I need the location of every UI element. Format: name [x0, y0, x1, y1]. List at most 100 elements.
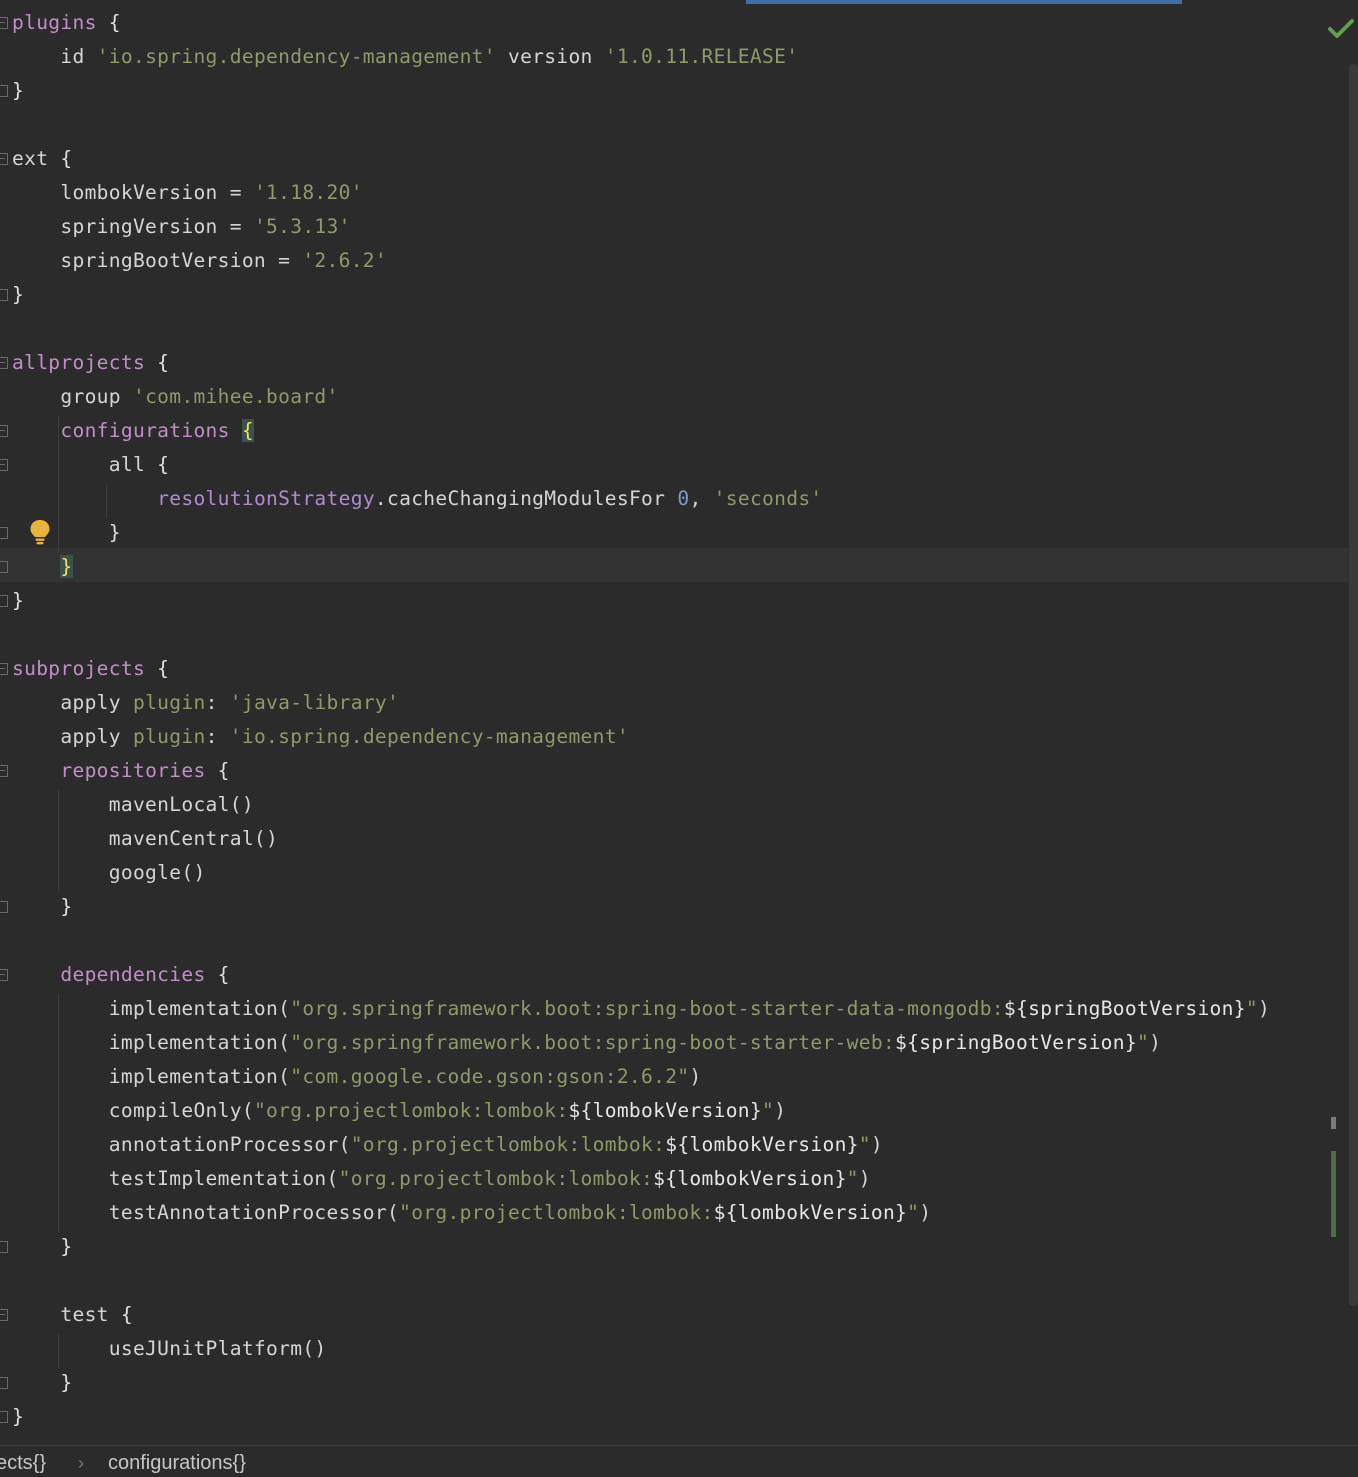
code-line[interactable]: compileOnly("org.projectlombok:lombok:${… — [12, 1094, 786, 1128]
code-token: { — [217, 759, 230, 782]
fold-marker[interactable] — [0, 17, 8, 29]
code-line[interactable]: } — [12, 74, 24, 108]
fold-marker[interactable] — [0, 561, 8, 573]
code-line[interactable]: configurations { — [12, 414, 254, 448]
code-token: '2.6.2' — [302, 249, 388, 272]
code-token: 0 — [677, 487, 690, 510]
code-token: 'java-library' — [229, 691, 400, 714]
code-line[interactable]: } — [12, 890, 73, 924]
code-line[interactable]: springVersion = '5.3.13' — [12, 210, 351, 244]
code-token: group — [12, 385, 133, 408]
code-token: } — [60, 1371, 73, 1394]
code-line[interactable]: testAnnotationProcessor("org.projectlomb… — [12, 1196, 931, 1230]
scrollbar-change-marker[interactable] — [1331, 1117, 1336, 1129]
code-line[interactable]: springBootVersion = '2.6.2' — [12, 244, 387, 278]
fold-marker[interactable] — [0, 1309, 8, 1321]
fold-marker[interactable] — [0, 1241, 8, 1253]
code-line[interactable]: repositories { — [12, 754, 230, 788]
code-line[interactable]: } — [12, 1230, 73, 1264]
code-line[interactable]: } — [12, 1400, 24, 1434]
code-token: dependencies — [60, 963, 206, 986]
code-line[interactable]: group 'com.mihee.board' — [12, 380, 339, 414]
fold-marker[interactable] — [0, 289, 8, 301]
fold-marker[interactable] — [0, 1377, 8, 1389]
code-token: apply — [12, 691, 133, 714]
code-line[interactable]: subprojects { — [12, 652, 169, 686]
code-line[interactable]: mavenCentral() — [12, 822, 278, 856]
fold-marker[interactable] — [0, 901, 8, 913]
code-line[interactable]: test { — [12, 1298, 133, 1332]
checkmark-icon[interactable] — [1326, 16, 1356, 42]
code-token: } — [60, 555, 73, 578]
code-token: '1.18.20' — [253, 181, 363, 204]
code-token: { — [120, 1303, 133, 1326]
code-line[interactable]: } — [12, 1366, 73, 1400]
code-token: } — [108, 521, 121, 544]
code-line[interactable]: } — [12, 550, 73, 584]
breadcrumb-item[interactable]: ects{} — [0, 1448, 46, 1477]
code-token: annotationProcessor( — [12, 1133, 351, 1156]
code-line[interactable]: testImplementation("org.projectlombok:lo… — [12, 1162, 871, 1196]
fold-marker[interactable] — [0, 153, 8, 165]
code-token: " — [846, 1167, 859, 1190]
fold-marker[interactable] — [0, 357, 8, 369]
code-token: implementation( — [12, 997, 291, 1020]
fold-marker[interactable] — [0, 1411, 8, 1423]
code-line[interactable]: dependencies { — [12, 958, 230, 992]
fold-marker[interactable] — [0, 595, 8, 607]
code-token: mavenCentral() — [12, 827, 279, 850]
code-line[interactable]: useJUnitPlatform() — [12, 1332, 327, 1366]
code-line[interactable]: allprojects { — [12, 346, 169, 380]
code-token: { — [217, 963, 230, 986]
code-line[interactable]: mavenLocal() — [12, 788, 254, 822]
code-token: } — [12, 79, 25, 102]
breadcrumb-item[interactable]: configurations{} — [108, 1448, 246, 1477]
code-line[interactable]: } — [12, 584, 24, 618]
code-token: useJUnitPlatform() — [12, 1337, 327, 1360]
code-token: springVersion = — [12, 215, 254, 238]
fold-marker[interactable] — [0, 969, 8, 981]
code-line[interactable]: implementation("org.springframework.boot… — [12, 1026, 1161, 1060]
code-line[interactable]: id 'io.spring.dependency-management' ver… — [12, 40, 798, 74]
breadcrumb-separator: › — [78, 1453, 84, 1473]
code-line[interactable]: annotationProcessor("org.projectlombok:l… — [12, 1128, 883, 1162]
code-line[interactable]: apply plugin: 'java-library' — [12, 686, 399, 720]
code-line[interactable]: apply plugin: 'io.spring.dependency-mana… — [12, 720, 629, 754]
code-token: repositories — [60, 759, 206, 782]
code-line[interactable]: google() — [12, 856, 206, 890]
code-line[interactable]: } — [12, 516, 121, 550]
code-line[interactable]: implementation("com.google.code.gson:gso… — [12, 1060, 702, 1094]
code-line[interactable]: } — [12, 278, 24, 312]
fold-marker[interactable] — [0, 425, 8, 437]
fold-marker[interactable] — [0, 527, 8, 539]
code-token: ) — [1257, 997, 1271, 1020]
fold-marker[interactable] — [0, 85, 8, 97]
code-line[interactable]: ext { — [12, 142, 73, 176]
code-token: 'io.spring.dependency-management' — [96, 45, 496, 68]
scrollbar-change-marker[interactable] — [1331, 1151, 1336, 1237]
code-line[interactable]: implementation("org.springframework.boot… — [12, 992, 1270, 1026]
code-line[interactable]: plugins { — [12, 6, 121, 40]
fold-marker[interactable] — [0, 663, 8, 675]
code-line[interactable]: all { — [12, 448, 169, 482]
code-token: ) — [1149, 1031, 1162, 1054]
code-token: version — [495, 45, 605, 68]
code-editor[interactable]: plugins { id 'io.spring.dependency-manag… — [0, 0, 1358, 1445]
vertical-scrollbar[interactable] — [1349, 64, 1358, 1306]
code-token: '5.3.13' — [253, 215, 351, 238]
code-token: } — [60, 895, 73, 918]
fold-marker[interactable] — [0, 765, 8, 777]
code-token: plugins — [12, 11, 97, 34]
code-line[interactable]: resolutionStrategy.cacheChangingModulesF… — [12, 482, 823, 516]
fold-marker[interactable] — [0, 459, 8, 471]
code-token: 'io.spring.dependency-management' — [229, 725, 629, 748]
code-line[interactable]: lombokVersion = '1.18.20' — [12, 176, 363, 210]
code-token: subprojects — [12, 657, 146, 680]
